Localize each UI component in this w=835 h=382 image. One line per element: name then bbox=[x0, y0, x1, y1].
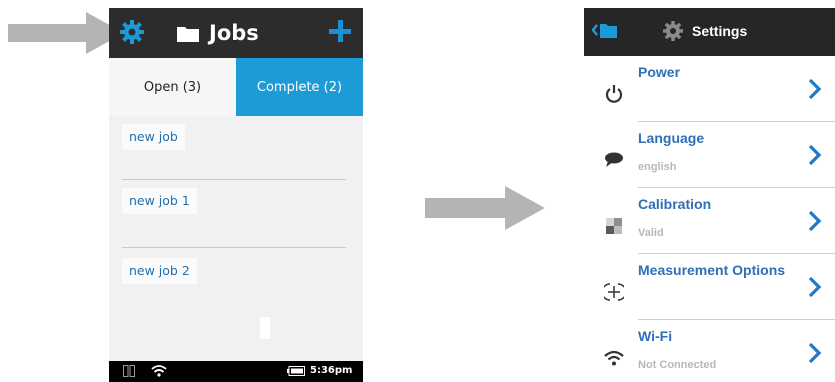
gear-icon bbox=[663, 21, 683, 41]
chevron-right-icon bbox=[808, 276, 822, 298]
add-job-button[interactable] bbox=[329, 20, 351, 42]
jobs-screen: Jobs Open (3) Complete (2) new job new j… bbox=[109, 8, 363, 382]
job-tabs: Open (3) Complete (2) bbox=[109, 58, 363, 116]
settings-item-label: Calibration bbox=[638, 196, 712, 212]
settings-item-value: Valid bbox=[638, 227, 664, 239]
power-icon bbox=[605, 85, 623, 103]
settings-item-measurement-options[interactable]: Measurement Options bbox=[584, 254, 835, 320]
settings-item-value: english bbox=[638, 161, 677, 173]
job-list-item[interactable]: new job bbox=[122, 124, 185, 150]
settings-screen: Settings Power Language english Calibrat… bbox=[584, 8, 835, 382]
page-title: Settings bbox=[692, 23, 748, 39]
tab-complete[interactable]: Complete (2) bbox=[236, 58, 363, 116]
folder-icon bbox=[177, 26, 199, 42]
settings-item-label: Wi-Fi bbox=[638, 328, 673, 344]
crosshair-icon bbox=[604, 283, 624, 301]
wifi-icon bbox=[151, 365, 167, 377]
jobs-title-group: Jobs bbox=[177, 20, 259, 46]
jobs-header: Jobs bbox=[109, 8, 363, 58]
calibration-icon bbox=[606, 218, 622, 234]
clock: 5:36pm bbox=[310, 365, 353, 376]
settings-header: Settings bbox=[584, 8, 835, 56]
settings-item-value: Not Connected bbox=[638, 359, 717, 371]
chevron-right-icon bbox=[808, 342, 822, 364]
page-title: Jobs bbox=[209, 21, 259, 45]
job-list-item[interactable]: new job 2 bbox=[122, 258, 197, 284]
transition-arrow-icon bbox=[425, 186, 545, 230]
back-folder-icon[interactable] bbox=[592, 20, 618, 40]
settings-item-calibration[interactable]: Calibration Valid bbox=[584, 188, 835, 254]
divider bbox=[122, 179, 346, 180]
placeholder-box bbox=[260, 317, 270, 339]
status-bar: 5:36pm bbox=[109, 361, 363, 382]
chevron-right-icon bbox=[808, 78, 822, 100]
chevron-right-icon bbox=[808, 144, 822, 166]
scan-icon bbox=[123, 365, 135, 377]
gear-icon[interactable] bbox=[119, 19, 145, 45]
tab-open[interactable]: Open (3) bbox=[109, 58, 236, 116]
pointer-arrow-icon bbox=[8, 12, 124, 54]
wifi-icon bbox=[604, 350, 624, 366]
job-list-item[interactable]: new job 1 bbox=[122, 188, 197, 214]
settings-item-label: Power bbox=[638, 64, 681, 80]
battery-icon bbox=[287, 366, 305, 376]
speech-bubble-icon bbox=[605, 152, 623, 167]
settings-item-label: Measurement Options bbox=[638, 262, 786, 278]
settings-item-wifi[interactable]: Wi-Fi Not Connected bbox=[584, 320, 835, 382]
settings-item-label: Language bbox=[638, 130, 705, 146]
chevron-right-icon bbox=[808, 210, 822, 232]
settings-item-language[interactable]: Language english bbox=[584, 122, 835, 188]
divider bbox=[122, 247, 346, 248]
settings-item-power[interactable]: Power bbox=[584, 56, 835, 122]
